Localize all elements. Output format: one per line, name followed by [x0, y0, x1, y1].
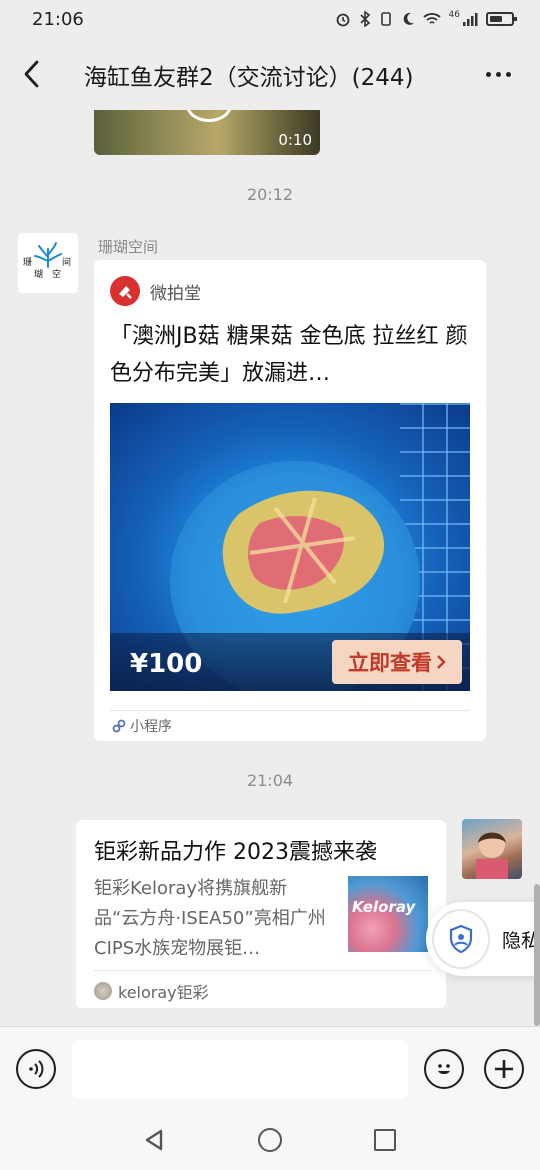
system-home-icon[interactable] [258, 1128, 282, 1152]
view-now-button[interactable]: 立即查看 [332, 640, 462, 684]
chevron-left-icon [24, 60, 39, 88]
bluetooth-icon [359, 11, 370, 27]
avatar-char-2: 间 [62, 256, 71, 268]
chat-title: 海缸鱼友群2（交流讨论）(244) [84, 65, 414, 90]
avatar-char-1: 珊 [23, 257, 32, 268]
system-recents-icon[interactable] [374, 1129, 396, 1151]
vibrate-icon [380, 12, 391, 26]
scrollbar[interactable] [534, 884, 540, 1026]
article-card[interactable]: 钜彩新品力作 2023震撼来袭 钜彩Keloray将携旗舰新品“云方舟·ISEA… [76, 820, 446, 1008]
my-avatar[interactable] [462, 819, 522, 879]
article-title: 钜彩新品力作 2023震撼来袭 [94, 840, 377, 865]
privacy-shield-icon [432, 909, 490, 969]
video-duration: 0:10 [278, 131, 312, 149]
chevron-right-icon [437, 655, 446, 669]
network-type: 46 [448, 10, 460, 20]
official-account-avatar [94, 982, 112, 1000]
status-icons: 46 [335, 10, 517, 27]
article-thumbnail: Keloray [348, 876, 428, 952]
system-nav-bar [0, 1110, 540, 1170]
system-back-icon[interactable] [142, 1128, 166, 1152]
status-bar: 21:06 46 [0, 0, 540, 38]
more-functions-button[interactable] [484, 1049, 524, 1089]
chat-header: 海缸鱼友群2（交流讨论）(244) [0, 38, 540, 110]
alarm-icon [336, 13, 349, 27]
mini-program-card[interactable]: 微拍堂 「澳洲JB菇 糖果菇 金色底 拉丝红 颜色分布完美」放漏进… ¥100 … [94, 260, 486, 741]
input-bar [0, 1026, 540, 1110]
privacy-floating-button[interactable]: 隐私 [426, 902, 540, 976]
weipaitang-logo-icon [110, 276, 140, 306]
avatar-char-4: 空 [52, 268, 61, 280]
mini-program-source: 微拍堂 [110, 276, 201, 306]
article-source-name: keloray钜彩 [118, 983, 209, 1002]
voice-icon [29, 1060, 44, 1078]
coral-logo-icon: 珊 间 瑚 空 [23, 242, 71, 280]
view-now-label: 立即查看 [348, 651, 432, 675]
article-source: keloray钜彩 [94, 979, 209, 1003]
signal-icon [463, 13, 478, 26]
message-input[interactable] [72, 1040, 408, 1098]
divider [110, 710, 470, 711]
mini-program-title: 「澳洲JB菇 糖果菇 金色底 拉丝红 颜色分布完美」放漏进… [110, 324, 468, 386]
more-button[interactable] [478, 58, 518, 90]
article-thumbnail-logo: Keloray [352, 898, 416, 916]
article-description: 钜彩Keloray将携旗舰新品“云方舟·ISEA50”亮相广州CIPS水族宠物展… [94, 878, 326, 959]
mini-program-label: 小程序 [130, 719, 172, 735]
timestamp: 21:04 [246, 771, 294, 790]
battery-icon [486, 12, 517, 26]
moon-icon [403, 12, 414, 25]
sender-name: 珊瑚空间 [98, 238, 159, 256]
emoji-button[interactable] [424, 1049, 464, 1089]
wifi-icon [422, 13, 441, 24]
status-time: 21:06 [32, 8, 84, 30]
play-icon [186, 110, 232, 122]
ellipsis-icon [485, 71, 491, 77]
smiley-icon [438, 1064, 450, 1074]
video-message[interactable]: 0:10 [94, 110, 320, 155]
mini-program-footer: 小程序 [112, 716, 172, 736]
voice-button[interactable] [16, 1049, 56, 1089]
timestamp: 20:12 [246, 185, 294, 204]
child-photo [476, 832, 508, 879]
mini-program-name: 微拍堂 [150, 283, 201, 304]
mini-program-image: ¥100 立即查看 [110, 403, 470, 691]
avatar-char-3: 瑚 [34, 269, 43, 280]
price: ¥100 [130, 649, 203, 679]
plus-icon [495, 1060, 513, 1078]
back-button[interactable] [14, 56, 50, 92]
divider [94, 970, 432, 971]
mini-program-icon [112, 719, 126, 733]
avatar[interactable]: 珊 间 瑚 空 [18, 233, 78, 293]
